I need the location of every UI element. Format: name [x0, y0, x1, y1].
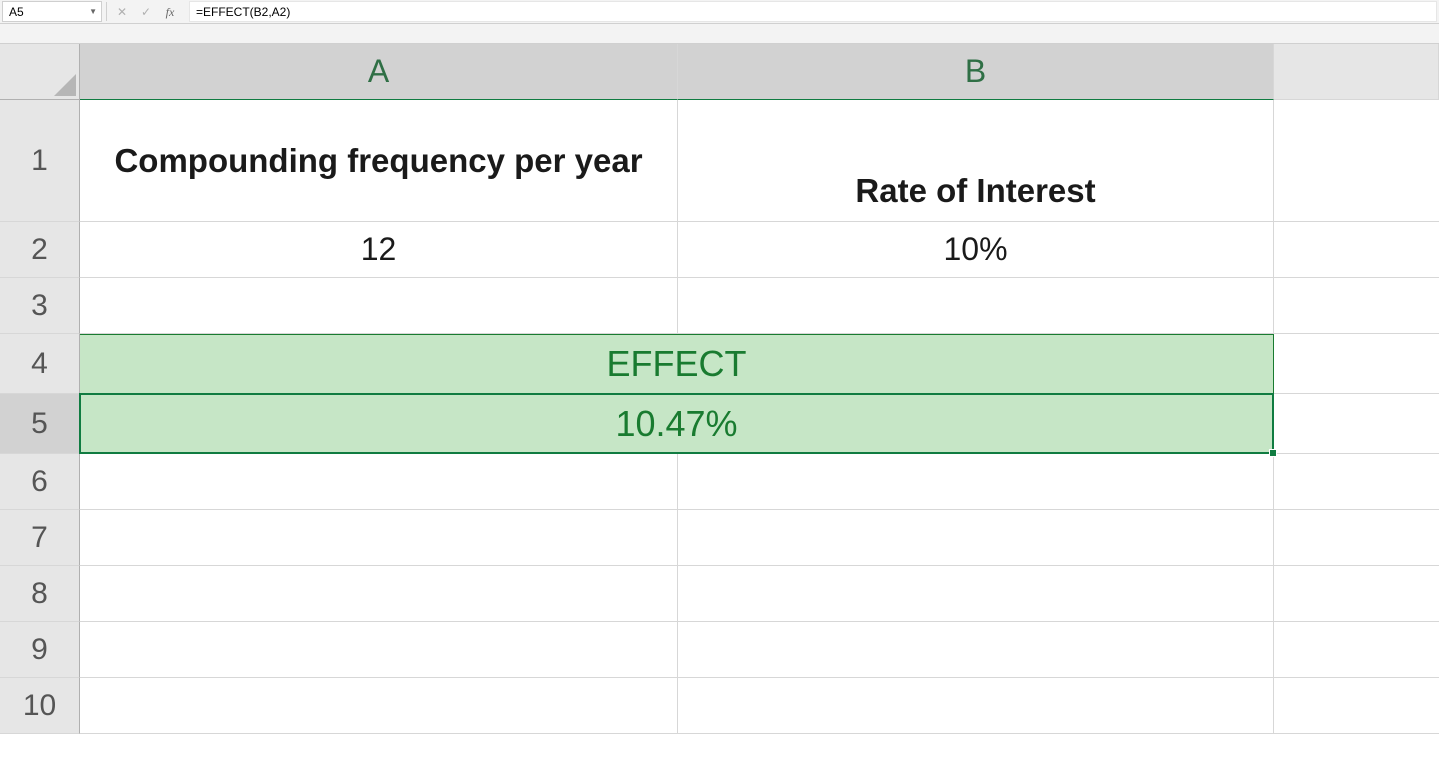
name-box-dropdown-icon[interactable]: ▼	[89, 7, 97, 16]
cell-a5-value: 10.47%	[615, 403, 737, 445]
cell-rest-5[interactable]	[1274, 394, 1439, 454]
cell-rest-10[interactable]	[1274, 678, 1439, 734]
grid-rows: Compounding frequency per year Rate of I…	[80, 100, 1439, 734]
col-header-rest[interactable]	[1274, 44, 1439, 100]
cell-a5-b5-merged[interactable]: 10.47%	[80, 394, 1274, 454]
cell-rest-8[interactable]	[1274, 566, 1439, 622]
cell-a1[interactable]: Compounding frequency per year	[80, 100, 678, 222]
cell-a8[interactable]	[80, 566, 678, 622]
cell-a4-b4-merged[interactable]: EFFECT	[80, 334, 1274, 394]
cell-rest-4[interactable]	[1274, 334, 1439, 394]
cell-b7[interactable]	[678, 510, 1274, 566]
row-header-7[interactable]: 7	[0, 510, 80, 566]
row-6	[80, 454, 1439, 510]
row-header-2[interactable]: 2	[0, 222, 80, 278]
formula-bar: ▼ ✕ ✓ fx	[0, 0, 1439, 24]
row-1: Compounding frequency per year Rate of I…	[80, 100, 1439, 222]
row-header-10[interactable]: 10	[0, 678, 80, 734]
cell-a3[interactable]	[80, 278, 678, 334]
grid-body: A B Compounding frequency per year Rate …	[80, 44, 1439, 771]
spreadsheet-grid: 1 2 3 4 5 6 7 8 9 10 A B Compounding fre…	[0, 44, 1439, 771]
fx-icon[interactable]: fx	[163, 6, 177, 18]
cell-a7[interactable]	[80, 510, 678, 566]
cell-a2[interactable]: 12	[80, 222, 678, 278]
row-4: EFFECT	[80, 334, 1439, 394]
row-header-1[interactable]: 1	[0, 100, 80, 222]
cell-b1[interactable]: Rate of Interest	[678, 100, 1274, 222]
accept-icon[interactable]: ✓	[139, 6, 153, 18]
row-8	[80, 566, 1439, 622]
cell-b3[interactable]	[678, 278, 1274, 334]
row-header-4[interactable]: 4	[0, 334, 80, 394]
name-box[interactable]: ▼	[2, 1, 102, 22]
name-box-input[interactable]	[9, 5, 69, 19]
row-header-8[interactable]: 8	[0, 566, 80, 622]
cell-a6[interactable]	[80, 454, 678, 510]
row-7	[80, 510, 1439, 566]
cancel-icon[interactable]: ✕	[115, 6, 129, 18]
row-9	[80, 622, 1439, 678]
formula-input-wrap[interactable]	[189, 1, 1437, 22]
cell-a9[interactable]	[80, 622, 678, 678]
row-header-column: 1 2 3 4 5 6 7 8 9 10	[0, 44, 80, 771]
cell-rest-9[interactable]	[1274, 622, 1439, 678]
separator	[106, 2, 107, 21]
col-header-b[interactable]: B	[678, 44, 1274, 100]
formula-input[interactable]	[196, 5, 1436, 19]
cell-b2[interactable]: 10%	[678, 222, 1274, 278]
cell-rest-2[interactable]	[1274, 222, 1439, 278]
row-header-3[interactable]: 3	[0, 278, 80, 334]
cell-b8[interactable]	[678, 566, 1274, 622]
column-headers: A B	[80, 44, 1439, 100]
cell-a10[interactable]	[80, 678, 678, 734]
cell-rest-6[interactable]	[1274, 454, 1439, 510]
cell-rest-1[interactable]	[1274, 100, 1439, 222]
row-header-9[interactable]: 9	[0, 622, 80, 678]
row-10	[80, 678, 1439, 734]
cell-b9[interactable]	[678, 622, 1274, 678]
cell-rest-7[interactable]	[1274, 510, 1439, 566]
row-5: 10.47%	[80, 394, 1439, 454]
cell-b6[interactable]	[678, 454, 1274, 510]
row-2: 12 10%	[80, 222, 1439, 278]
ruler-strip	[0, 24, 1439, 44]
formula-bar-buttons: ✕ ✓ fx	[109, 0, 183, 23]
row-3	[80, 278, 1439, 334]
col-header-a[interactable]: A	[80, 44, 678, 100]
cell-rest-3[interactable]	[1274, 278, 1439, 334]
row-header-6[interactable]: 6	[0, 454, 80, 510]
row-header-5[interactable]: 5	[0, 394, 80, 454]
select-all-corner[interactable]	[0, 44, 80, 100]
cell-b10[interactable]	[678, 678, 1274, 734]
